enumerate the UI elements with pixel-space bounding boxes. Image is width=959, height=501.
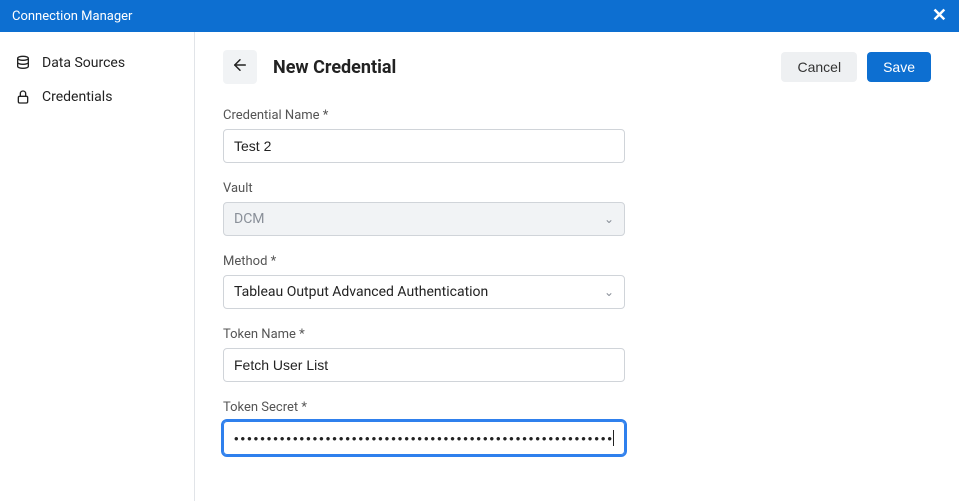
token-secret-label: Token Secret * <box>223 400 625 415</box>
sidebar-item-data-sources[interactable]: Data Sources <box>0 46 194 80</box>
titlebar: Connection Manager ✕ <box>0 0 959 32</box>
method-select[interactable]: Tableau Output Advanced Authentication ⌄ <box>223 275 625 309</box>
page-title: New Credential <box>273 57 396 78</box>
method-value: Tableau Output Advanced Authentication <box>234 284 488 300</box>
back-button[interactable] <box>223 50 257 84</box>
arrow-left-icon <box>231 56 249 78</box>
lock-icon <box>14 88 32 106</box>
chevron-down-icon: ⌄ <box>604 285 614 299</box>
vault-value: DCM <box>234 211 265 227</box>
credential-form: Credential Name * Vault DCM ⌄ Method * T… <box>223 108 625 455</box>
save-button[interactable]: Save <box>867 52 931 82</box>
sidebar: Data Sources Credentials <box>0 32 195 501</box>
token-name-input[interactable] <box>223 348 625 382</box>
token-name-label: Token Name * <box>223 327 625 342</box>
sidebar-item-label: Data Sources <box>42 55 125 71</box>
cancel-button[interactable]: Cancel <box>781 52 857 82</box>
token-secret-input[interactable]: ••••••••••••••••••••••••••••••••••••••••… <box>223 421 625 455</box>
sidebar-item-credentials[interactable]: Credentials <box>0 80 194 114</box>
credential-name-label: Credential Name * <box>223 108 625 123</box>
vault-select: DCM ⌄ <box>223 202 625 236</box>
close-icon[interactable]: ✕ <box>932 7 947 25</box>
vault-label: Vault <box>223 181 625 196</box>
credential-name-input[interactable] <box>223 129 625 163</box>
token-secret-value: ••••••••••••••••••••••••••••••••••••••••… <box>234 432 612 445</box>
main-content: New Credential Cancel Save Credential Na… <box>195 32 959 501</box>
window-title: Connection Manager <box>12 9 132 24</box>
chevron-down-icon: ⌄ <box>604 212 614 226</box>
database-icon <box>14 54 32 72</box>
method-label: Method * <box>223 254 625 269</box>
sidebar-item-label: Credentials <box>42 89 112 105</box>
text-caret <box>613 430 614 446</box>
